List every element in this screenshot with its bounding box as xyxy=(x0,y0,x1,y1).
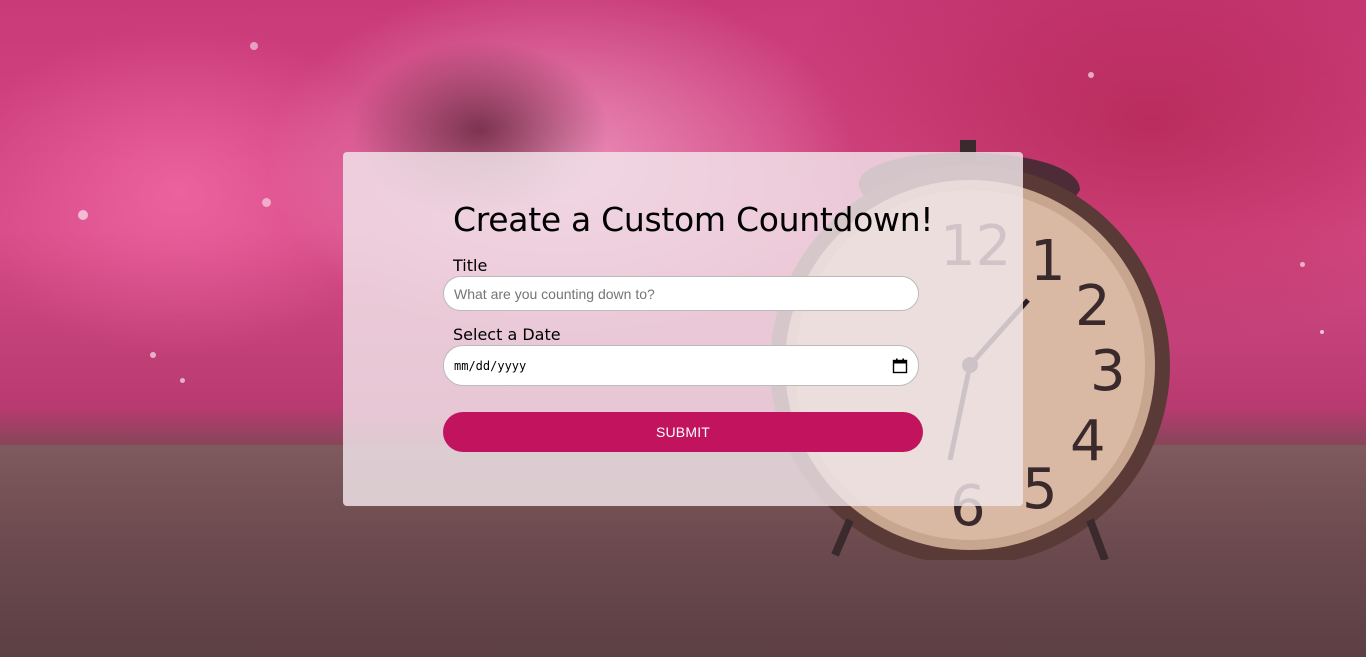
title-input[interactable] xyxy=(443,276,919,311)
submit-button[interactable]: SUBMIT xyxy=(443,412,923,452)
star-decoration xyxy=(180,378,185,383)
star-decoration xyxy=(150,352,156,358)
title-label: Title xyxy=(453,256,488,275)
countdown-form-card: Create a Custom Countdown! Title Select … xyxy=(343,152,1023,506)
calendar-icon[interactable] xyxy=(892,358,908,374)
date-input-value: mm/dd/yyyy xyxy=(454,358,527,373)
star-decoration xyxy=(1300,262,1305,267)
star-decoration xyxy=(250,42,258,50)
svg-text:2: 2 xyxy=(1075,274,1111,339)
star-decoration xyxy=(1088,72,1094,78)
date-label: Select a Date xyxy=(453,325,561,344)
star-decoration xyxy=(1320,330,1324,334)
star-decoration xyxy=(262,198,271,207)
svg-text:3: 3 xyxy=(1090,339,1126,404)
page-title: Create a Custom Countdown! xyxy=(453,200,934,239)
svg-text:4: 4 xyxy=(1070,409,1106,474)
svg-text:5: 5 xyxy=(1022,457,1058,522)
star-decoration xyxy=(78,210,88,220)
date-input[interactable]: mm/dd/yyyy xyxy=(443,345,919,386)
svg-text:1: 1 xyxy=(1030,229,1066,294)
